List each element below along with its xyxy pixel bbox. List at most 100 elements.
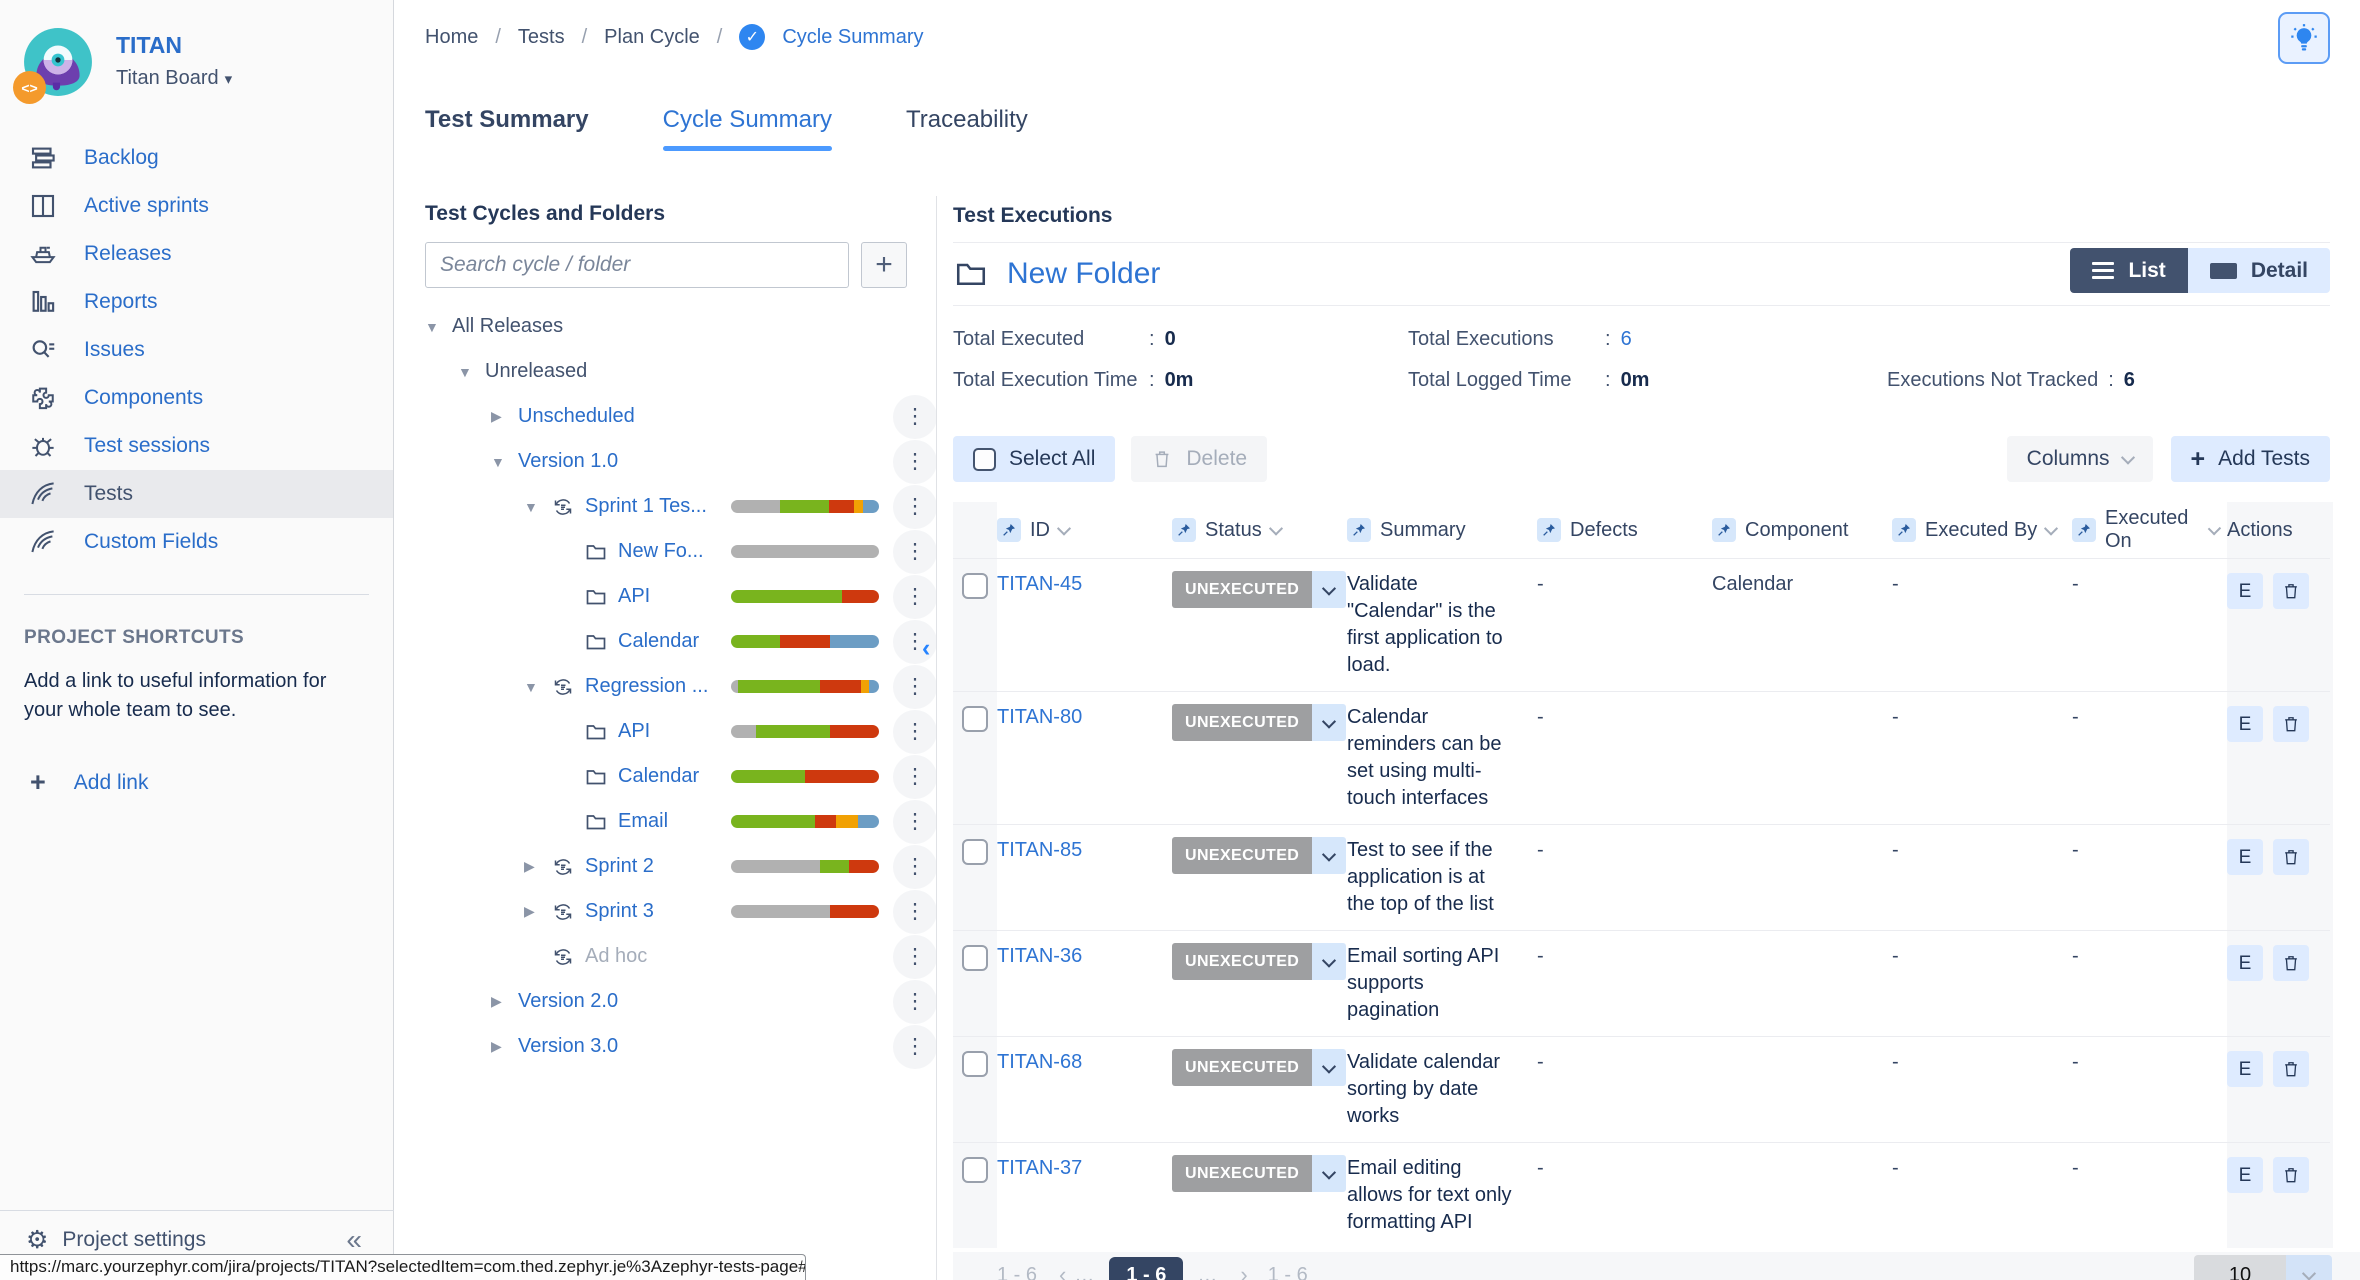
add-tests-button[interactable]: + Add Tests — [2170, 436, 2330, 482]
breadcrumb-tests[interactable]: Tests — [518, 26, 565, 49]
status-label[interactable]: UNEXECUTED — [1172, 1049, 1313, 1086]
status-label[interactable]: UNEXECUTED — [1172, 837, 1313, 874]
chevron-expanded-icon[interactable]: ▼ — [524, 679, 551, 695]
columns-button[interactable]: Columns — [2006, 436, 2153, 482]
delete-row-button[interactable] — [2273, 945, 2309, 981]
kebab-menu-button[interactable]: ⋮ — [893, 799, 937, 844]
chevron-collapsed-icon[interactable]: ▶ — [524, 858, 551, 875]
select-all-checkbox[interactable] — [973, 447, 996, 471]
tree-node-label[interactable]: Sprint 2 — [585, 855, 654, 878]
test-id-link[interactable]: TITAN-80 — [997, 706, 1082, 728]
tree-node-label[interactable]: Ad hoc — [585, 945, 647, 968]
chevron-expanded-icon[interactable]: ▼ — [458, 364, 485, 380]
test-id-link[interactable]: TITAN-37 — [997, 1157, 1082, 1179]
delete-row-button[interactable] — [2273, 1051, 2309, 1087]
tree-node-label[interactable]: Sprint 1 Tes... — [585, 495, 707, 518]
delete-row-button[interactable] — [2273, 706, 2309, 742]
tree-node-label[interactable]: Email — [618, 810, 668, 833]
kebab-menu-button[interactable]: ⋮ — [893, 754, 937, 799]
kebab-menu-button[interactable]: ⋮ — [893, 619, 937, 664]
status-dropdown[interactable] — [1312, 1049, 1347, 1086]
sidebar-item-active-sprints[interactable]: Active sprints — [0, 182, 393, 230]
tab-test-summary[interactable]: Test Summary — [425, 106, 589, 151]
tree-node-label[interactable]: New Fo... — [618, 540, 704, 563]
pin-column-icon[interactable] — [1347, 518, 1371, 542]
column-header-executed-on[interactable]: Executed On — [2072, 507, 2227, 553]
kebab-menu-button[interactable]: ⋮ — [893, 1024, 937, 1069]
test-id-link[interactable]: TITAN-85 — [997, 839, 1082, 861]
list-view-button[interactable]: List — [2070, 248, 2188, 293]
test-id-link[interactable]: TITAN-36 — [997, 945, 1082, 967]
select-all-button[interactable]: Select All — [953, 436, 1116, 482]
sort-chevron-icon[interactable] — [2044, 521, 2059, 536]
sidebar-collapse-button[interactable]: « — [346, 1224, 362, 1256]
kebab-menu-button[interactable]: ⋮ — [893, 889, 937, 934]
breadcrumb-home[interactable]: Home — [425, 26, 478, 49]
add-cycle-button[interactable]: + — [861, 242, 907, 288]
tree-node-label[interactable]: Version 3.0 — [518, 1035, 618, 1058]
execute-button[interactable]: E — [2227, 573, 2263, 609]
execute-button[interactable]: E — [2227, 945, 2263, 981]
breadcrumb-plan-cycle[interactable]: Plan Cycle — [604, 26, 700, 49]
kebab-menu-button[interactable]: ⋮ — [893, 394, 937, 439]
row-checkbox[interactable] — [962, 945, 988, 971]
test-id-link[interactable]: TITAN-68 — [997, 1051, 1082, 1073]
kebab-menu-button[interactable]: ⋮ — [893, 664, 937, 709]
column-header-defects[interactable]: Defects — [1537, 518, 1712, 542]
tree-node-label[interactable]: Regression ... — [585, 675, 708, 698]
lightbulb-button[interactable] — [2278, 12, 2330, 64]
add-link-button[interactable]: + Add link — [30, 767, 393, 798]
pin-column-icon[interactable] — [2072, 518, 2096, 542]
page-range-prev[interactable]: 1 - 6 — [997, 1264, 1037, 1280]
test-id-link[interactable]: TITAN-45 — [997, 573, 1082, 595]
column-header-executed-by[interactable]: Executed By — [1892, 518, 2072, 542]
kebab-menu-button[interactable]: ⋮ — [893, 979, 937, 1024]
kebab-menu-button[interactable]: ⋮ — [893, 574, 937, 619]
status-dropdown[interactable] — [1312, 1155, 1347, 1192]
sort-chevron-icon[interactable] — [2208, 521, 2222, 536]
pin-column-icon[interactable] — [1712, 518, 1736, 542]
execute-button[interactable]: E — [2227, 1157, 2263, 1193]
next-page-arrow[interactable]: › — [1240, 1262, 1247, 1280]
sidebar-item-components[interactable]: Components — [0, 374, 393, 422]
sidebar-item-releases[interactable]: Releases — [0, 230, 393, 278]
folder-name[interactable]: New Folder — [1007, 257, 1160, 291]
panel-collapse-icon[interactable]: ‹ — [922, 634, 930, 663]
project-avatar[interactable]: <> — [13, 26, 94, 104]
row-checkbox[interactable] — [962, 573, 988, 599]
kebab-menu-button[interactable]: ⋮ — [893, 484, 937, 529]
page-range-next[interactable]: 1 - 6 — [1268, 1264, 1308, 1280]
kebab-menu-button[interactable]: ⋮ — [893, 439, 937, 484]
sort-chevron-icon[interactable] — [1056, 521, 1072, 536]
column-header-component[interactable]: Component — [1712, 518, 1892, 542]
status-dropdown[interactable] — [1312, 837, 1347, 874]
prev-page-arrow[interactable]: ‹ — [1059, 1262, 1066, 1280]
status-label[interactable]: UNEXECUTED — [1172, 1155, 1313, 1192]
column-header-status[interactable]: Status — [1172, 518, 1347, 542]
pin-column-icon[interactable] — [1537, 518, 1561, 542]
board-selector[interactable]: Titan Board ▾ — [116, 67, 232, 90]
tree-node-label[interactable]: API — [618, 720, 650, 743]
chevron-collapsed-icon[interactable]: ▶ — [524, 903, 551, 920]
status-label[interactable]: UNEXECUTED — [1172, 943, 1313, 980]
chevron-expanded-icon[interactable]: ▼ — [425, 319, 452, 335]
sidebar-item-reports[interactable]: Reports — [0, 278, 393, 326]
sidebar-item-custom-fields[interactable]: Custom Fields — [0, 518, 393, 566]
column-header-actions[interactable]: Actions — [2227, 519, 2333, 542]
pin-column-icon[interactable] — [997, 518, 1021, 542]
sidebar-item-test-sessions[interactable]: Test sessions — [0, 422, 393, 470]
tree-node-label[interactable]: Unreleased — [485, 360, 587, 383]
execute-button[interactable]: E — [2227, 839, 2263, 875]
status-dropdown[interactable] — [1312, 704, 1347, 741]
delete-row-button[interactable] — [2273, 573, 2309, 609]
execute-button[interactable]: E — [2227, 706, 2263, 742]
kebab-menu-button[interactable]: ⋮ — [893, 529, 937, 574]
sort-chevron-icon[interactable] — [1268, 521, 1283, 536]
tree-node-label[interactable]: API — [618, 585, 650, 608]
column-header-id[interactable]: ID — [997, 518, 1172, 542]
row-checkbox[interactable] — [962, 1157, 988, 1183]
detail-view-button[interactable]: Detail — [2187, 248, 2330, 293]
status-label[interactable]: UNEXECUTED — [1172, 704, 1313, 741]
page-size-select[interactable]: 10 — [2194, 1255, 2332, 1280]
pin-column-icon[interactable] — [1892, 518, 1916, 542]
